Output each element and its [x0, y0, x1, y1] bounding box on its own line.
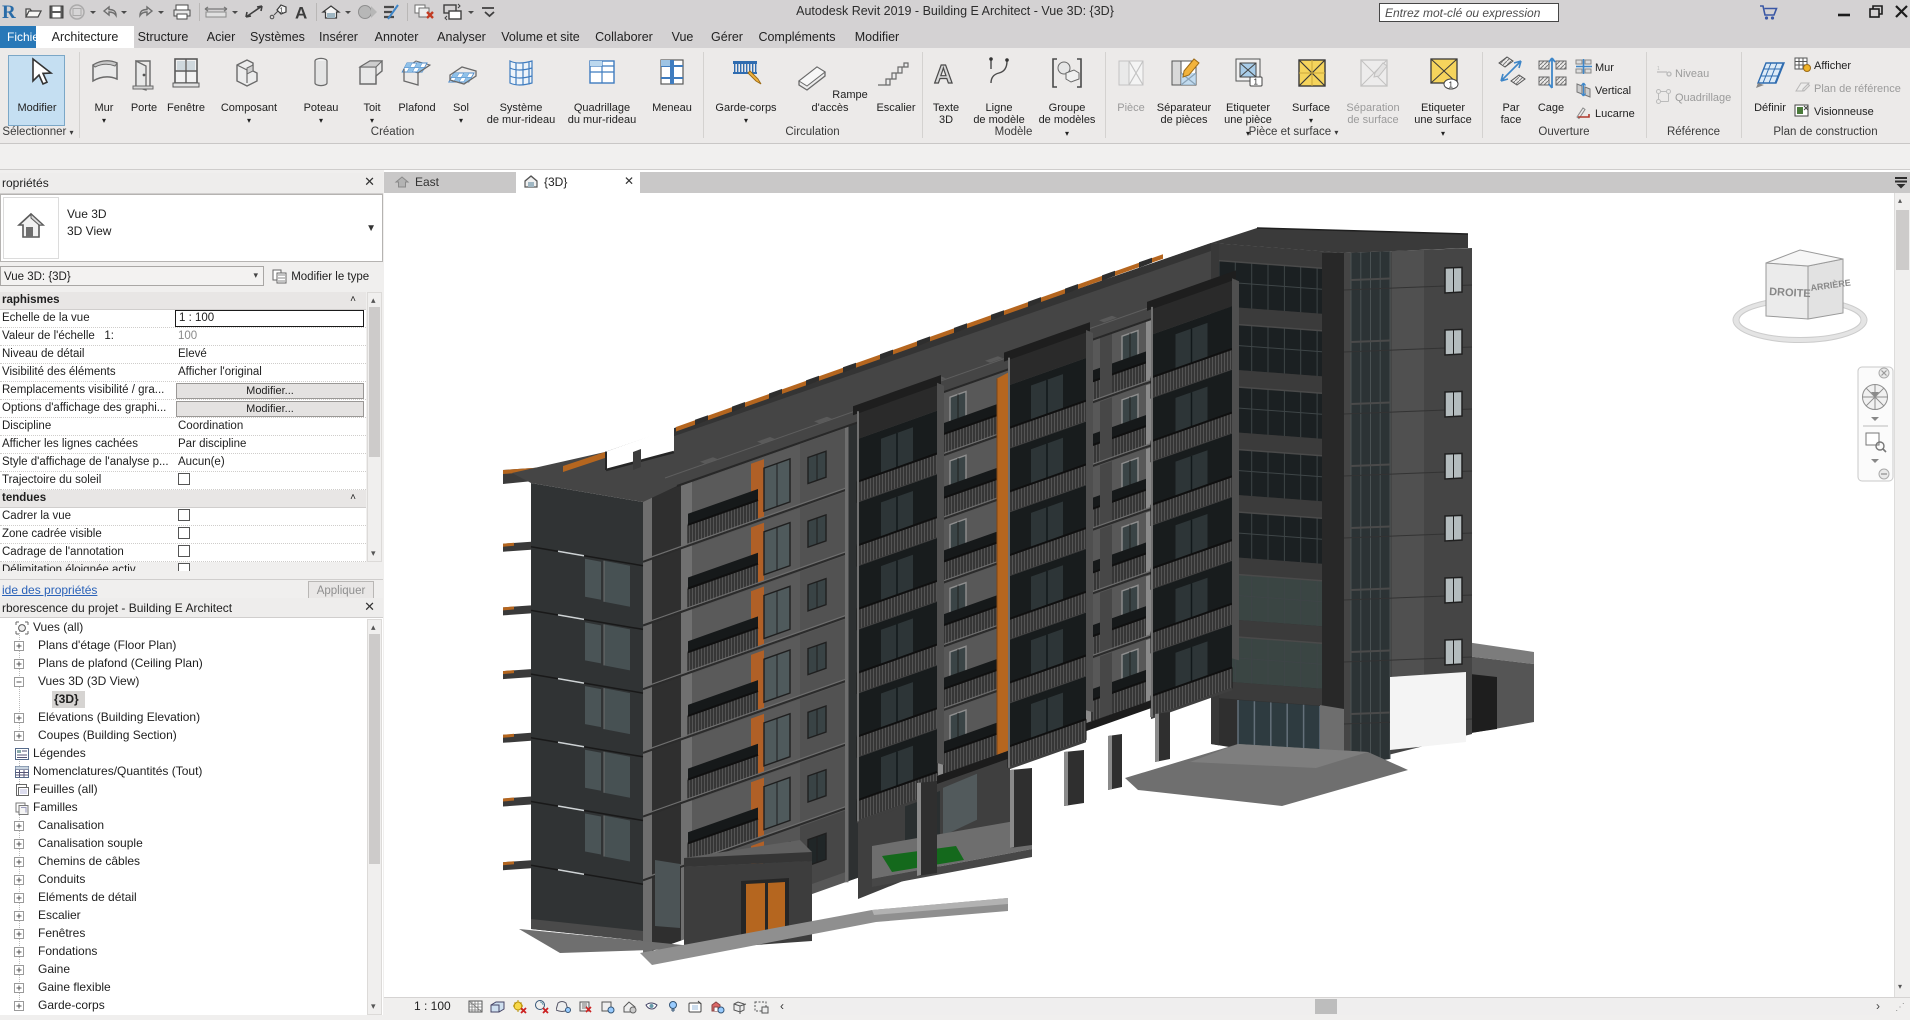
svg-text:1: 1 [1254, 78, 1259, 87]
svg-text:1: 1 [1449, 81, 1454, 90]
svg-text:1: 1 [280, 8, 284, 15]
svg-text:R: R [2, 2, 16, 23]
svg-text:A: A [295, 4, 307, 23]
svg-text:A: A [934, 59, 953, 89]
svg-text:1: 1 [1657, 66, 1660, 72]
svg-text:DROITE: DROITE [1769, 286, 1811, 300]
